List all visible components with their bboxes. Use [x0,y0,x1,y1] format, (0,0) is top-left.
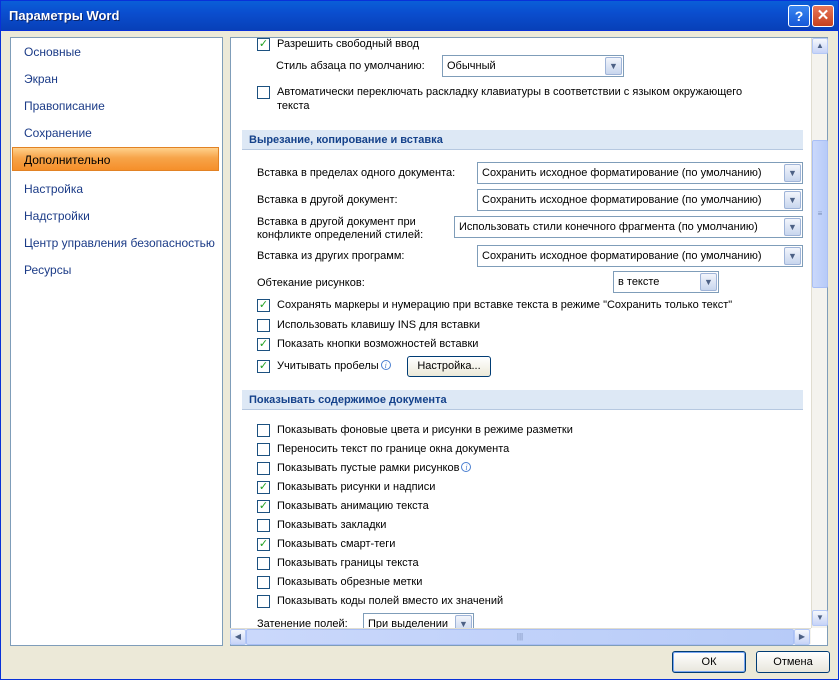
chevron-down-icon: ▼ [784,218,801,236]
sidebar-item-advanced[interactable]: Дополнительно [12,147,219,171]
chevron-down-icon: ▼ [784,164,801,182]
smart-spaces-text: Учитывать пробелы [277,360,379,372]
scroll-down-button[interactable]: ▼ [812,610,828,626]
paste-same-doc-select[interactable]: Сохранить исходное форматирование (по ум… [477,162,803,184]
field-codes-label: Показывать коды полей вместо их значений [277,595,504,607]
use-ins-label: Использовать клавишу INS для вставки [277,319,480,331]
paste-other-doc-label: Вставка в другой документ: [257,194,398,206]
picture-placeholders-text: Показывать пустые рамки рисунков [277,462,460,474]
paste-other-doc-value: Сохранить исходное форматирование (по ум… [482,194,762,206]
free-input-checkbox[interactable]: ✓ [257,38,270,51]
show-paste-options-label: Показать кнопки возможностей вставки [277,338,479,350]
info-icon: i [380,360,391,370]
scroll-thumb-horizontal[interactable]: ||| [246,629,794,645]
title-bar: Параметры Word ? ✕ [1,1,838,31]
paste-same-doc-label: Вставка в пределах одного документа: [257,167,456,179]
picture-placeholders-checkbox[interactable] [257,462,270,475]
wrap-window-checkbox[interactable] [257,443,270,456]
smart-spaces-settings-button[interactable]: Настройка... [407,356,491,377]
smart-tags-checkbox[interactable]: ✓ [257,538,270,551]
text-boundaries-label: Показывать границы текста [277,557,419,569]
show-paste-options-checkbox[interactable]: ✓ [257,338,270,351]
info-icon: i [461,462,472,472]
picture-placeholders-label: Показывать пустые рамки рисунков i [277,462,472,474]
ok-button[interactable]: ОК [672,651,746,673]
use-ins-checkbox[interactable] [257,319,270,332]
section-header-show-content: Показывать содержимое документа [242,390,803,410]
scroll-left-button[interactable]: ◀ [230,629,246,645]
keep-bullets-label: Сохранять маркеры и нумерацию при вставк… [277,299,733,311]
sidebar-item-proofing[interactable]: Правописание [11,94,222,118]
show-bookmarks-label: Показывать закладки [277,519,387,531]
chevron-down-icon: ▼ [605,57,622,75]
smart-spaces-label: Учитывать пробелы i [277,360,391,372]
default-style-select[interactable]: Обычный ▼ [442,55,624,77]
sidebar-item-basic[interactable]: Основные [11,40,222,64]
auto-keyboard-label-line2: текста [277,100,310,112]
scroll-thumb[interactable]: ≡ [812,140,828,288]
section-header-cut-copy-paste: Вырезание, копирование и вставка [242,130,803,150]
wrap-window-label: Переносить текст по границе окна докумен… [277,443,510,455]
sidebar: Основные Экран Правописание Сохранение Д… [10,37,223,646]
smart-tags-label: Показывать смарт-теги [277,538,396,550]
horizontal-scrollbar[interactable]: ◀ ||| ▶ [230,628,811,645]
sidebar-item-save[interactable]: Сохранение [11,121,222,145]
show-background-label: Показывать фоновые цвета и рисунки в реж… [277,424,573,436]
wrap-pictures-label: Обтекание рисунков: [257,277,365,289]
advanced-options-panel: ✓ Разрешить свободный ввод Стиль абзаца … [230,37,828,646]
chevron-down-icon: ▼ [784,247,801,265]
window-title: Параметры Word [9,8,120,23]
paste-other-programs-value: Сохранить исходное форматирование (по ум… [482,250,762,262]
sidebar-item-trust-center[interactable]: Центр управления безопасностью [11,231,222,255]
crop-marks-label: Показывать обрезные метки [277,576,423,588]
auto-keyboard-label-line1: Автоматически переключать раскладку клав… [277,86,743,98]
paste-other-doc-select[interactable]: Сохранить исходное форматирование (по ум… [477,189,803,211]
crop-marks-checkbox[interactable] [257,576,270,589]
paste-conflict-label-line2: конфликте определений стилей: [257,229,424,241]
sidebar-item-display[interactable]: Экран [11,67,222,91]
show-drawings-label: Показывать рисунки и надписи [277,481,436,493]
text-boundaries-checkbox[interactable] [257,557,270,570]
wrap-pictures-select[interactable]: в тексте ▼ [613,271,719,293]
smart-spaces-checkbox[interactable]: ✓ [257,360,270,373]
paste-conflict-label-line1: Вставка в другой документ при [257,216,416,228]
paste-other-programs-label: Вставка из других программ: [257,250,405,262]
chevron-down-icon: ▼ [784,191,801,209]
show-bookmarks-checkbox[interactable] [257,519,270,532]
sidebar-item-customize[interactable]: Настройка [11,177,222,201]
sidebar-item-addins[interactable]: Надстройки [11,204,222,228]
options-dialog: Параметры Word ? ✕ Основные Экран Правоп… [0,0,839,680]
paste-other-programs-select[interactable]: Сохранить исходное форматирование (по ум… [477,245,803,267]
cancel-button[interactable]: Отмена [756,651,830,673]
text-animation-checkbox[interactable]: ✓ [257,500,270,513]
field-codes-checkbox[interactable] [257,595,270,608]
show-drawings-checkbox[interactable]: ✓ [257,481,270,494]
default-style-label: Стиль абзаца по умолчанию: [276,60,425,72]
default-style-value: Обычный [447,60,496,72]
text-animation-label: Показывать анимацию текста [277,500,429,512]
vertical-scrollbar[interactable]: ▲ ≡ ▼ [811,38,828,628]
keep-bullets-checkbox[interactable]: ✓ [257,299,270,312]
scroll-up-button[interactable]: ▲ [812,38,828,54]
chevron-down-icon: ▼ [700,273,717,291]
paste-conflict-select[interactable]: Использовать стили конечного фрагмента (… [454,216,803,238]
sidebar-item-resources[interactable]: Ресурсы [11,258,222,282]
help-button[interactable]: ? [788,5,810,27]
close-button[interactable]: ✕ [812,5,834,27]
paste-conflict-value: Использовать стили конечного фрагмента (… [459,221,758,233]
scroll-right-button[interactable]: ▶ [794,629,810,645]
free-input-label: Разрешить свободный ввод [277,38,420,50]
paste-same-doc-value: Сохранить исходное форматирование (по ум… [482,167,762,179]
show-background-checkbox[interactable] [257,424,270,437]
auto-keyboard-checkbox[interactable] [257,86,270,99]
wrap-pictures-value: в тексте [618,276,660,288]
